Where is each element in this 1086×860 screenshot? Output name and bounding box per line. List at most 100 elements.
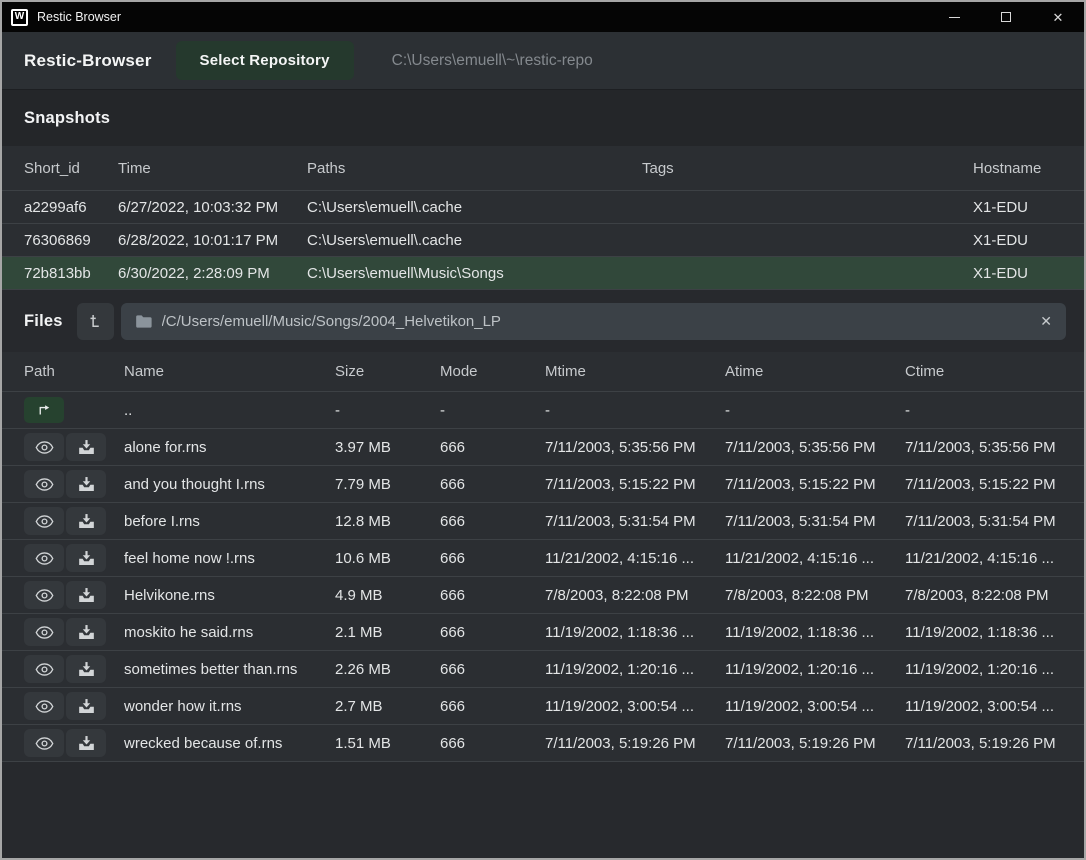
select-repository-button[interactable]: Select Repository [176,41,354,80]
download-icon [78,476,95,492]
download-file-button[interactable] [66,618,106,646]
files-table-header: Path Name Size Mode Mtime Atime Ctime [2,352,1084,392]
repository-path: C:\Users\emuell\~\restic-repo [392,52,593,70]
download-file-button[interactable] [66,433,106,461]
download-icon [78,735,95,751]
download-file-button[interactable] [66,470,106,498]
snapshot-row[interactable]: a2299af6 6/27/2022, 10:03:32 PM C:\Users… [2,190,1084,223]
file-row: wonder how it.rns 2.7 MB 666 11/19/2002,… [2,688,1084,725]
file-row: and you thought I.rns 7.79 MB 666 7/11/2… [2,466,1084,503]
window-title: Restic Browser [37,10,121,24]
preview-file-button[interactable] [24,470,64,498]
file-atime: - [725,402,905,419]
snapshot-row[interactable]: 76306869 6/28/2022, 10:01:17 PM C:\Users… [2,223,1084,256]
download-icon [78,587,95,603]
file-mode: 666 [440,550,545,567]
file-mtime: 11/19/2002, 1:18:36 ... [545,624,725,641]
tree-view-toggle-button[interactable] [77,303,114,340]
parent-directory-row: .. - - - - - [2,392,1084,429]
column-header-path: Path [24,363,124,380]
snapshot-row[interactable]: 72b813bb 6/30/2022, 2:28:09 PM C:\Users\… [2,256,1084,289]
snapshot-hostname: X1-EDU [973,265,1062,282]
snapshot-hostname: X1-EDU [973,232,1062,249]
preview-file-button[interactable] [24,729,64,757]
snapshot-short-id: a2299af6 [24,199,118,216]
file-name: wonder how it.rns [124,698,335,715]
up-and-right-arrow-icon [35,401,53,419]
close-window-button[interactable]: ✕ [1032,2,1084,32]
file-mode: 666 [440,476,545,493]
file-atime: 11/19/2002, 3:00:54 ... [725,698,905,715]
app-header: Restic-Browser Select Repository C:\User… [2,32,1084,89]
download-icon [78,513,95,529]
snapshot-hostname: X1-EDU [973,199,1062,216]
preview-file-button[interactable] [24,692,64,720]
eye-icon [35,514,54,529]
file-size: 12.8 MB [335,513,440,530]
preview-file-button[interactable] [24,581,64,609]
tree-icon [86,312,104,330]
file-ctime: 7/8/2003, 8:22:08 PM [905,587,1062,604]
breadcrumb: /C/Users/emuell/Music/Songs/2004_Helveti… [121,303,1066,340]
snapshots-heading: Snapshots [24,109,110,128]
snapshots-section-header: Snapshots [2,89,1084,146]
file-row-actions [24,507,124,535]
eye-icon [35,736,54,751]
file-size: 3.97 MB [335,439,440,456]
eye-icon [35,625,54,640]
file-mode: 666 [440,661,545,678]
file-row-actions [24,433,124,461]
file-mode: 666 [440,624,545,641]
column-header-paths: Paths [307,160,642,177]
file-row-actions [24,655,124,683]
file-name: moskito he said.rns [124,624,335,641]
clear-path-icon[interactable]: ✕ [1040,314,1052,328]
preview-file-button[interactable] [24,618,64,646]
download-file-button[interactable] [66,692,106,720]
file-name: and you thought I.rns [124,476,335,493]
snapshot-time: 6/28/2022, 10:01:17 PM [118,232,307,249]
minimize-button[interactable] [928,2,980,32]
file-name: before I.rns [124,513,335,530]
file-row: wrecked because of.rns 1.51 MB 666 7/11/… [2,725,1084,762]
file-atime: 7/11/2003, 5:31:54 PM [725,513,905,530]
file-name: alone for.rns [124,439,335,456]
preview-file-button[interactable] [24,655,64,683]
eye-icon [35,551,54,566]
file-size: 1.51 MB [335,735,440,752]
maximize-button[interactable] [980,2,1032,32]
file-size: 2.1 MB [335,624,440,641]
preview-file-button[interactable] [24,507,64,535]
file-atime: 7/11/2003, 5:15:22 PM [725,476,905,493]
file-mode: 666 [440,587,545,604]
breadcrumb-path: /C/Users/emuell/Music/Songs/2004_Helveti… [162,313,1031,330]
snapshot-paths: C:\Users\emuell\Music\Songs [307,265,642,282]
file-name: feel home now !.rns [124,550,335,567]
window-controls: ✕ [928,2,1084,32]
file-atime: 7/11/2003, 5:35:56 PM [725,439,905,456]
go-to-parent-button[interactable] [24,397,64,423]
empty-area [2,762,1084,858]
preview-file-button[interactable] [24,433,64,461]
file-mode: 666 [440,513,545,530]
file-size: 4.9 MB [335,587,440,604]
file-row-actions [24,729,124,757]
maximize-icon [1001,12,1011,22]
preview-file-button[interactable] [24,544,64,572]
file-mtime: 7/8/2003, 8:22:08 PM [545,587,725,604]
download-file-button[interactable] [66,581,106,609]
file-row: before I.rns 12.8 MB 666 7/11/2003, 5:31… [2,503,1084,540]
file-ctime: 7/11/2003, 5:15:22 PM [905,476,1062,493]
file-ctime: - [905,402,1062,419]
file-ctime: 7/11/2003, 5:19:26 PM [905,735,1062,752]
eye-icon [35,440,54,455]
snapshot-paths: C:\Users\emuell\.cache [307,232,642,249]
download-file-button[interactable] [66,655,106,683]
download-file-button[interactable] [66,544,106,572]
files-table-body: alone for.rns 3.97 MB 666 7/11/2003, 5:3… [2,429,1084,762]
file-mtime: 11/19/2002, 1:20:16 ... [545,661,725,678]
file-name: .. [124,402,335,419]
download-file-button[interactable] [66,507,106,535]
snapshot-short-id: 72b813bb [24,265,118,282]
download-file-button[interactable] [66,729,106,757]
